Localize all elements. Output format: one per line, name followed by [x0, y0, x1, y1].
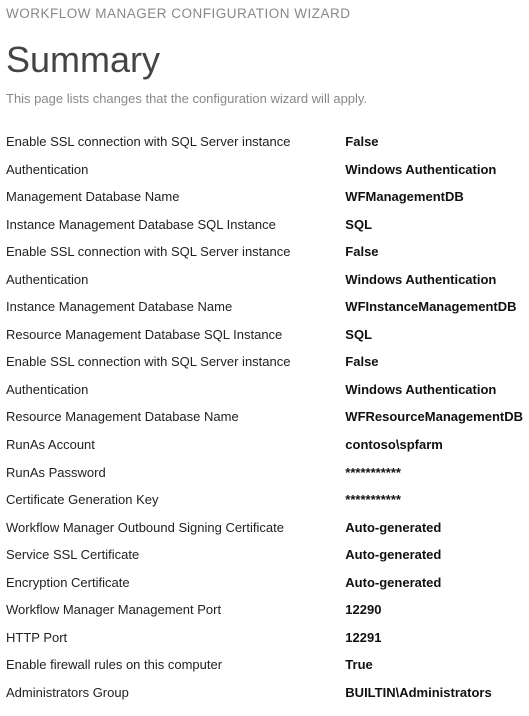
setting-label: Enable SSL connection with SQL Server in… [6, 128, 345, 156]
settings-row: AuthenticationWindows Authentication [6, 266, 523, 294]
setting-label: Enable SSL connection with SQL Server in… [6, 238, 345, 266]
settings-row: Enable SSL connection with SQL Server in… [6, 238, 523, 266]
setting-value: False [345, 238, 523, 266]
settings-row: RunAs Password*********** [6, 459, 523, 487]
settings-row: Workflow Manager Outbound Signing Certif… [6, 514, 523, 542]
setting-value: WFResourceManagementDB [345, 403, 523, 431]
setting-value: SQL [345, 321, 523, 349]
setting-label: Instance Management Database Name [6, 293, 345, 321]
settings-row: HTTP Port12291 [6, 624, 523, 652]
settings-row: RunAs Accountcontoso\spfarm [6, 431, 523, 459]
setting-label: RunAs Password [6, 459, 345, 487]
settings-row: Enable firewall rules on this computerTr… [6, 651, 523, 679]
settings-row: Enable SSL connection with SQL Server in… [6, 128, 523, 156]
setting-value: *********** [345, 486, 523, 514]
settings-row: Certificate Generation Key*********** [6, 486, 523, 514]
setting-value: False [345, 128, 523, 156]
setting-label: HTTP Port [6, 624, 345, 652]
setting-label: Workflow Manager Management Port [6, 596, 345, 624]
setting-label: Enable SSL connection with SQL Server in… [6, 348, 345, 376]
wizard-header: WORKFLOW MANAGER CONFIGURATION WIZARD [6, 6, 523, 21]
setting-label: RunAs Account [6, 431, 345, 459]
setting-label: Resource Management Database Name [6, 403, 345, 431]
settings-row: AuthenticationWindows Authentication [6, 376, 523, 404]
settings-row: Resource Management Database SQL Instanc… [6, 321, 523, 349]
setting-value: BUILTIN\Administrators [345, 679, 523, 707]
setting-value: Auto-generated [345, 569, 523, 597]
setting-value: True [345, 651, 523, 679]
setting-value: WFManagementDB [345, 183, 523, 211]
setting-label: Resource Management Database SQL Instanc… [6, 321, 345, 349]
setting-label: Enable firewall rules on this computer [6, 651, 345, 679]
setting-value: *********** [345, 459, 523, 487]
setting-label: Administrators Group [6, 679, 345, 707]
settings-row: Encryption CertificateAuto-generated [6, 569, 523, 597]
setting-label: Certificate Generation Key [6, 486, 345, 514]
setting-value: Auto-generated [345, 541, 523, 569]
setting-label: Encryption Certificate [6, 569, 345, 597]
settings-row: Instance Management Database NameWFInsta… [6, 293, 523, 321]
setting-label: Management Database Name [6, 183, 345, 211]
setting-value: WFInstanceManagementDB [345, 293, 523, 321]
settings-table: Enable SSL connection with SQL Server in… [6, 128, 523, 706]
settings-row: Administrators GroupBUILTIN\Administrato… [6, 679, 523, 707]
setting-value: False [345, 348, 523, 376]
setting-value: Auto-generated [345, 514, 523, 542]
settings-row: Resource Management Database NameWFResou… [6, 403, 523, 431]
setting-value: 12291 [345, 624, 523, 652]
setting-label: Authentication [6, 376, 345, 404]
setting-value: Windows Authentication [345, 156, 523, 184]
settings-row: Enable SSL connection with SQL Server in… [6, 348, 523, 376]
setting-value: SQL [345, 211, 523, 239]
page-title: Summary [6, 39, 523, 81]
settings-row: Workflow Manager Management Port12290 [6, 596, 523, 624]
setting-label: Authentication [6, 266, 345, 294]
setting-value: contoso\spfarm [345, 431, 523, 459]
settings-row: Instance Management Database SQL Instanc… [6, 211, 523, 239]
setting-label: Authentication [6, 156, 345, 184]
settings-row: AuthenticationWindows Authentication [6, 156, 523, 184]
setting-label: Service SSL Certificate [6, 541, 345, 569]
setting-value: Windows Authentication [345, 376, 523, 404]
page-subtitle: This page lists changes that the configu… [6, 91, 523, 106]
setting-label: Instance Management Database SQL Instanc… [6, 211, 345, 239]
settings-row: Management Database NameWFManagementDB [6, 183, 523, 211]
setting-value: 12290 [345, 596, 523, 624]
settings-row: Service SSL CertificateAuto-generated [6, 541, 523, 569]
setting-value: Windows Authentication [345, 266, 523, 294]
setting-label: Workflow Manager Outbound Signing Certif… [6, 514, 345, 542]
